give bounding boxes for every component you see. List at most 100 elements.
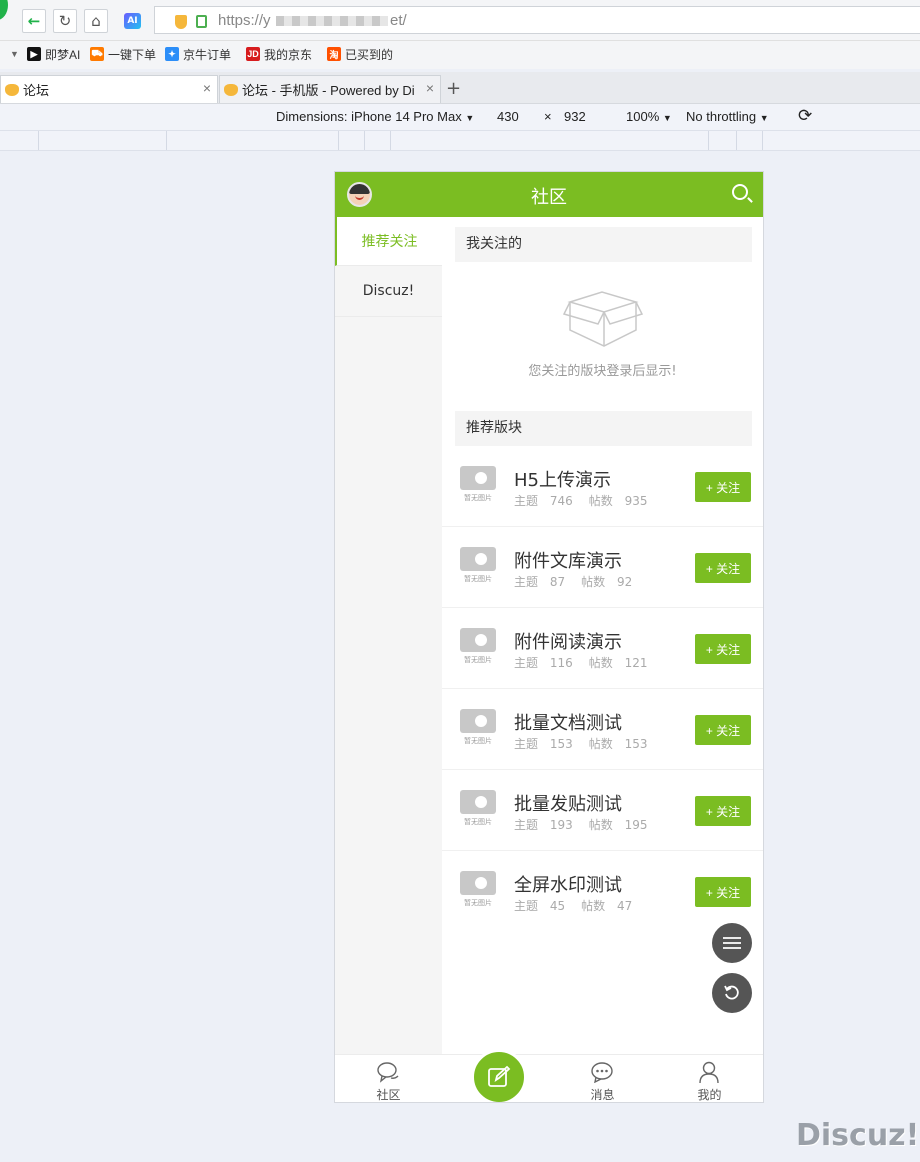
forum-item[interactable]: 暂无图片 全屏水印测试 主题 45 帖数 47 + 关注 — [442, 851, 763, 932]
posts-label: 帖数 — [588, 818, 613, 832]
bookmark-taobao[interactable]: 淘已买到的 — [327, 45, 393, 63]
sidebar-item-label: Discuz! — [362, 283, 415, 299]
topics-count: 746 — [549, 494, 573, 508]
topics-stat: 主题 116 — [514, 656, 581, 670]
user-icon — [699, 1061, 719, 1083]
throttling-select[interactable]: No throttling ▼ — [686, 109, 769, 124]
posts-stat: 帖数 121 — [589, 656, 656, 670]
camera-icon: 暂无图片 — [458, 707, 498, 749]
topics-label: 主题 — [514, 899, 539, 913]
mobile-viewport: 社区 推荐关注 Discuz! 我关注的 您关注的版块登录后显示! 推荐版块 暂… — [334, 171, 764, 1103]
no-image-caption: 暂无图片 — [464, 575, 492, 583]
tab-label: 论坛 — [23, 83, 50, 98]
topics-label: 主题 — [514, 737, 539, 751]
search-icon[interactable] — [732, 184, 748, 200]
discuz-watermark: Discuz! — [796, 1118, 920, 1153]
posts-count: 153 — [624, 737, 648, 751]
forum-stats: 主题 87 帖数 92 — [514, 573, 648, 590]
bookmark-label: 京牛订单 — [183, 47, 232, 62]
chevron-down-icon: ▼ — [759, 113, 769, 123]
nav-community[interactable]: 社区 — [335, 1055, 442, 1102]
new-tab-button[interactable]: + — [446, 78, 461, 99]
refresh-fab[interactable] — [712, 973, 752, 1013]
compose-button[interactable] — [471, 1049, 527, 1102]
nav-messages[interactable]: 消息 — [549, 1055, 656, 1102]
sidebar-item-recommended[interactable]: 推荐关注 — [335, 217, 442, 266]
forum-name[interactable]: 附件文库演示 — [514, 547, 622, 573]
reload-button[interactable]: ↻ — [53, 9, 77, 33]
follow-button[interactable]: + 关注 — [695, 553, 751, 583]
app-header: 社区 — [335, 172, 763, 217]
close-icon[interactable]: × — [203, 80, 211, 96]
ai-extension-icon[interactable]: AI — [124, 13, 141, 29]
topics-count: 45 — [549, 899, 566, 913]
forum-name[interactable]: 批量文档测试 — [514, 709, 622, 735]
avatar[interactable] — [347, 182, 372, 207]
follow-button[interactable]: + 关注 — [695, 877, 751, 907]
posts-count: 195 — [624, 818, 648, 832]
forum-stats: 主题 116 帖数 121 — [514, 654, 664, 671]
jimeng-icon: ▶ — [27, 47, 41, 61]
chat-bubbles-icon — [377, 1062, 399, 1083]
topics-label: 主题 — [514, 656, 539, 670]
forum-name[interactable]: 附件阅读演示 — [514, 628, 622, 654]
menu-fab[interactable] — [712, 923, 752, 963]
topics-count: 153 — [549, 737, 573, 751]
bookmark-label: 我的京东 — [264, 47, 313, 62]
device-select[interactable]: Dimensions: iPhone 14 Pro Max ▼ — [276, 109, 474, 124]
tab-forum-mobile[interactable]: 论坛 - 手机版 - Powered by Di × — [219, 75, 441, 103]
bookmark-my-jd[interactable]: JD 我的京东 — [246, 45, 312, 63]
follow-button[interactable]: + 关注 — [695, 715, 751, 745]
forum-item[interactable]: 暂无图片 批量发贴测试 主题 193 帖数 195 + 关注 — [442, 770, 763, 851]
forum-name[interactable]: 批量发贴测试 — [514, 790, 622, 816]
topics-label: 主题 — [514, 818, 539, 832]
width-field[interactable]: 430 — [497, 109, 519, 124]
camera-icon: 暂无图片 — [458, 464, 498, 506]
forum-item[interactable]: 暂无图片 批量文档测试 主题 153 帖数 153 + 关注 — [442, 689, 763, 770]
zoom-select[interactable]: 100% ▼ — [626, 109, 672, 124]
taobao-icon: 淘 — [327, 47, 341, 61]
device-toolbar: Dimensions: iPhone 14 Pro Max ▼ 430 × 93… — [0, 104, 920, 131]
close-icon[interactable]: × — [426, 80, 434, 96]
forum-stats: 主题 746 帖数 935 — [514, 492, 664, 509]
topics-stat: 主题 153 — [514, 737, 581, 751]
topics-count: 193 — [549, 818, 573, 832]
section-followed: 我关注的 — [455, 227, 752, 262]
forum-item[interactable]: 暂无图片 H5上传演示 主题 746 帖数 935 + 关注 — [442, 446, 763, 527]
home-button[interactable]: ⌂ — [84, 9, 108, 33]
forum-item[interactable]: 暂无图片 附件文库演示 主题 87 帖数 92 + 关注 — [442, 527, 763, 608]
empty-message: 您关注的版块登录后显示! — [528, 364, 677, 379]
zoom-label: 100% — [626, 109, 660, 124]
lock-icon[interactable] — [196, 15, 207, 28]
bookmark-jimeng[interactable]: ▶ 即梦AI — [27, 45, 80, 63]
posts-label: 帖数 — [588, 737, 613, 751]
sidebar-item-discuz[interactable]: Discuz! — [335, 266, 442, 317]
follow-button[interactable]: + 关注 — [695, 634, 751, 664]
forum-item[interactable]: 暂无图片 附件阅读演示 主题 116 帖数 121 + 关注 — [442, 608, 763, 689]
forum-name[interactable]: 全屏水印测试 — [514, 871, 622, 897]
no-image-caption: 暂无图片 — [464, 737, 492, 745]
trophy-icon — [5, 83, 19, 96]
no-image-caption: 暂无图片 — [464, 818, 492, 826]
nav-profile[interactable]: 我的 — [656, 1055, 763, 1102]
tab-forum[interactable]: 论坛 × — [0, 75, 218, 103]
topics-count: 116 — [549, 656, 573, 670]
height-field[interactable]: 932 — [564, 109, 586, 124]
bookmark-label: 一键下单 — [108, 47, 157, 62]
posts-stat: 帖数 195 — [589, 818, 656, 832]
empty-box-icon — [562, 291, 644, 347]
bookmark-one-click[interactable]: ⛟ 一键下单 — [90, 45, 156, 63]
follow-button[interactable]: + 关注 — [695, 472, 751, 502]
back-button[interactable]: ← — [22, 9, 46, 33]
shield-icon[interactable] — [175, 15, 187, 29]
follow-button[interactable]: + 关注 — [695, 796, 751, 826]
posts-stat: 帖数 935 — [589, 494, 656, 508]
bottom-nav: 社区 消息 我的 — [335, 1054, 763, 1102]
page-title: 社区 — [531, 187, 567, 208]
camera-icon: 暂无图片 — [458, 788, 498, 830]
bookmarks-dropdown-icon[interactable]: ▼ — [10, 45, 19, 63]
device-label: Dimensions: iPhone 14 Pro Max — [276, 109, 462, 124]
forum-name[interactable]: H5上传演示 — [514, 466, 611, 492]
rotate-icon[interactable]: ⟳ — [798, 106, 812, 126]
bookmark-jingniu[interactable]: ✦ 京牛订单 — [165, 45, 231, 63]
